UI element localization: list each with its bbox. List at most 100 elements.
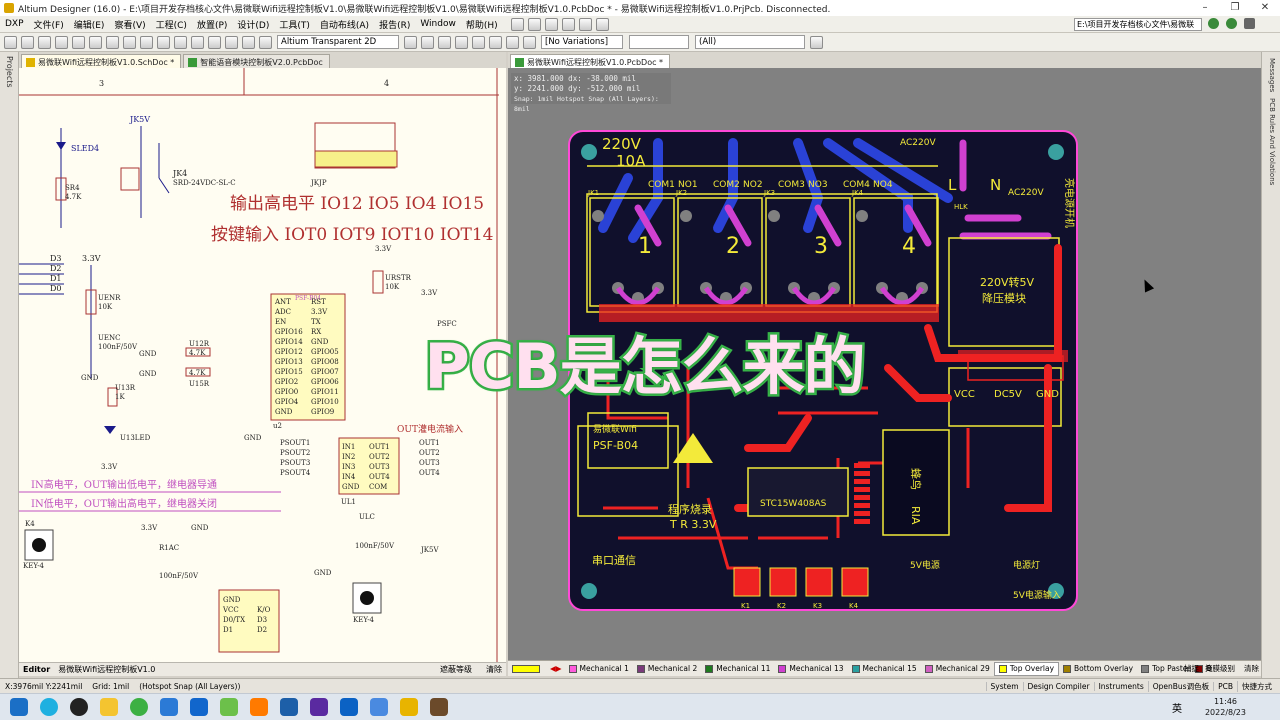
cut-icon[interactable] bbox=[123, 35, 136, 49]
view-config-select[interactable]: Altium Transparent 2D bbox=[277, 35, 399, 49]
restore-button[interactable]: ❐ bbox=[1220, 0, 1250, 16]
layer-tab[interactable]: Mechanical 15 bbox=[848, 662, 921, 676]
app-icon-9[interactable] bbox=[400, 698, 418, 716]
editor-tab[interactable]: Editor bbox=[19, 665, 54, 674]
tab-schdoc[interactable]: 易微联Wifi远程控制板V1.0.SchDoc * bbox=[21, 54, 182, 68]
print-icon[interactable] bbox=[55, 35, 68, 49]
menu-reports[interactable]: 报告(R) bbox=[374, 18, 415, 31]
right-panel-strip[interactable]: Messages PCB Rules And Violations bbox=[1261, 52, 1280, 678]
ime-indicator[interactable]: 英 bbox=[1172, 700, 1182, 715]
pad-icon[interactable] bbox=[455, 35, 468, 49]
menu-project[interactable]: 工程(C) bbox=[151, 18, 192, 31]
layer-clear-button[interactable]: 清除 bbox=[1244, 663, 1259, 674]
explorer-icon[interactable] bbox=[100, 698, 118, 716]
app-icon-6[interactable] bbox=[310, 698, 328, 716]
layer-tab[interactable]: Mechanical 29 bbox=[921, 662, 994, 676]
messages-label[interactable]: Messages bbox=[1268, 58, 1276, 92]
variations-select[interactable]: [No Variations] bbox=[541, 35, 623, 49]
wechat-icon[interactable] bbox=[130, 698, 148, 716]
altium-task-icon[interactable] bbox=[430, 698, 448, 716]
layer-tab[interactable]: Top Overlay bbox=[993, 661, 1060, 676]
route-icon[interactable] bbox=[510, 17, 524, 31]
undo-icon[interactable] bbox=[225, 35, 238, 49]
layer-tab[interactable]: Mechanical 13 bbox=[774, 662, 847, 676]
filter-select[interactable]: (All) bbox=[695, 35, 805, 49]
menu-dxp[interactable]: DXP bbox=[0, 19, 29, 29]
align-icon[interactable] bbox=[544, 17, 558, 31]
layer-tab[interactable]: Mechanical 11 bbox=[701, 662, 774, 676]
panel-system[interactable]: System bbox=[985, 682, 1023, 691]
projects-panel-strip[interactable]: Projects bbox=[0, 52, 19, 678]
app-icon-4[interactable] bbox=[250, 698, 268, 716]
tab-pcbdoc[interactable]: 易微联Wifi远程控制板V1.0.PcbDoc * bbox=[510, 54, 671, 68]
filter-icon[interactable] bbox=[810, 35, 823, 49]
panel-shortcuts[interactable]: 快捷方式 bbox=[1237, 681, 1276, 692]
path-box[interactable]: E:\项目开发存档核心文件\易微联 bbox=[1074, 18, 1202, 31]
menu-edit[interactable]: 编辑(E) bbox=[69, 18, 110, 31]
mask-button[interactable]: 掩膜级别 bbox=[1205, 663, 1235, 674]
home-icon[interactable] bbox=[1244, 18, 1255, 29]
menu-help[interactable]: 帮助(H) bbox=[461, 18, 503, 31]
app-icon-8[interactable] bbox=[370, 698, 388, 716]
menu-tools[interactable]: 工具(T) bbox=[274, 18, 315, 31]
component-icon[interactable] bbox=[578, 17, 592, 31]
layer-tab[interactable]: Bottom Overlay bbox=[1059, 662, 1137, 676]
close-button[interactable]: ✕ bbox=[1250, 0, 1280, 16]
start-icon[interactable] bbox=[10, 698, 28, 716]
zoom-select-icon[interactable] bbox=[106, 35, 119, 49]
open-icon[interactable] bbox=[21, 35, 34, 49]
app-icon-7[interactable] bbox=[340, 698, 358, 716]
fill-icon[interactable] bbox=[489, 35, 502, 49]
panel-instruments[interactable]: Instruments bbox=[1093, 682, 1148, 691]
tab-other-pcbdoc[interactable]: 智能语音模块控制板V2.0.PcbDoc bbox=[183, 54, 330, 68]
minimize-button[interactable]: – bbox=[1190, 0, 1220, 16]
forward-icon[interactable] bbox=[1226, 18, 1237, 29]
via-icon[interactable] bbox=[438, 35, 451, 49]
rules-label[interactable]: PCB Rules And Violations bbox=[1268, 98, 1276, 185]
panel-openbus[interactable]: OpenBus调色板 bbox=[1147, 681, 1213, 692]
copy-icon[interactable] bbox=[140, 35, 153, 49]
select-icon[interactable] bbox=[527, 17, 541, 31]
cross-icon[interactable] bbox=[191, 35, 204, 49]
menu-file[interactable]: 文件(F) bbox=[29, 18, 69, 31]
grid-icon[interactable] bbox=[561, 17, 575, 31]
menu-place[interactable]: 放置(P) bbox=[192, 18, 232, 31]
diff-pair-icon[interactable] bbox=[421, 35, 434, 49]
app-icon-2[interactable] bbox=[190, 698, 208, 716]
move-icon[interactable] bbox=[174, 35, 187, 49]
app-icon-1[interactable] bbox=[160, 698, 178, 716]
deselect-icon[interactable] bbox=[208, 35, 221, 49]
layer-current-swatch[interactable] bbox=[508, 662, 547, 676]
zoom-fit-icon[interactable] bbox=[72, 35, 85, 49]
paste-icon[interactable] bbox=[157, 35, 170, 49]
layer-scroll-icon[interactable]: ◀▶ bbox=[547, 664, 565, 673]
menu-view[interactable]: 察看(V) bbox=[109, 18, 150, 31]
layer-tab[interactable]: Mechanical 2 bbox=[633, 662, 701, 676]
qq-icon[interactable] bbox=[70, 698, 88, 716]
menu-window[interactable]: Window bbox=[415, 19, 461, 29]
layer-set-select[interactable] bbox=[629, 35, 689, 49]
panel-design-compiler[interactable]: Design Compiler bbox=[1022, 682, 1094, 691]
menu-autoroute[interactable]: 自动布线(A) bbox=[315, 18, 374, 31]
redo-icon[interactable] bbox=[242, 35, 255, 49]
text-icon[interactable] bbox=[506, 35, 519, 49]
zoom-area-icon[interactable] bbox=[89, 35, 102, 49]
clock[interactable]: 11:46 2022/8/23 bbox=[1205, 696, 1246, 718]
app-icon-3[interactable] bbox=[220, 698, 238, 716]
menu-design[interactable]: 设计(D) bbox=[232, 18, 274, 31]
new-icon[interactable] bbox=[4, 35, 17, 49]
back-icon[interactable] bbox=[1208, 18, 1219, 29]
mask-level-button[interactable]: 遮蔽等级 bbox=[440, 664, 472, 675]
pencil-icon[interactable] bbox=[259, 35, 272, 49]
panel-pcb[interactable]: PCB bbox=[1213, 682, 1237, 691]
clear-button[interactable]: 清除 bbox=[486, 664, 502, 675]
app-icon-5[interactable] bbox=[280, 698, 298, 716]
polygon-icon[interactable] bbox=[472, 35, 485, 49]
layer-tab[interactable]: Mechanical 1 bbox=[565, 662, 633, 676]
save-icon[interactable] bbox=[38, 35, 51, 49]
edge-icon[interactable] bbox=[40, 698, 58, 716]
snap-button[interactable]: 捕捉 bbox=[1184, 663, 1199, 674]
drc-icon[interactable] bbox=[595, 17, 609, 31]
route-icon-2[interactable] bbox=[404, 35, 417, 49]
projects-label[interactable]: Projects bbox=[5, 56, 14, 88]
